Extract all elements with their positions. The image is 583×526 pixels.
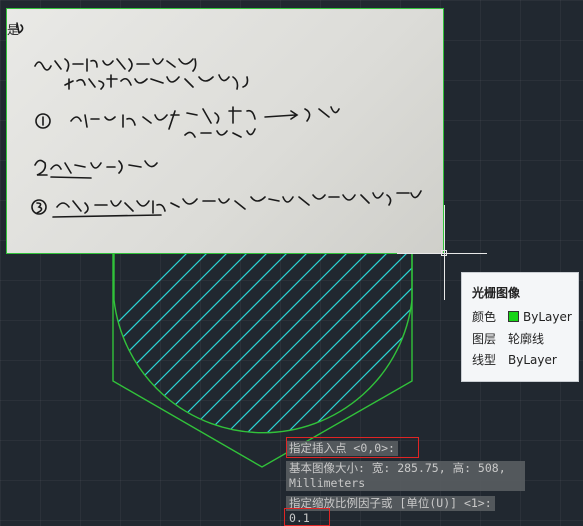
highlight-box-insertion — [286, 437, 419, 458]
tooltip-row-color: 颜色 ByLayer — [472, 309, 572, 325]
color-swatch — [508, 311, 519, 322]
tooltip-title: 光栅图像 — [472, 286, 521, 300]
command-info-line: 基本图像大小: 宽: 285.75, 高: 508, — [289, 461, 506, 475]
tooltip-key: 图层 — [472, 332, 497, 346]
tooltip-row-linetype: 线型 ByLayer — [472, 352, 557, 368]
tooltip-key: 线型 — [472, 353, 497, 367]
raster-image[interactable]: 是 — [6, 8, 444, 254]
handwriting-image: 是 — [7, 22, 422, 218]
highlight-box-input — [284, 508, 330, 526]
tooltip-row-layer: 图层 轮廓线 — [472, 331, 544, 347]
properties-tooltip: 光栅图像 颜色 ByLayer 图层 轮廓线 线型 ByLayer — [461, 272, 579, 382]
image-edge-text: 是 — [7, 23, 19, 37]
cursor-pickbox — [441, 250, 447, 256]
hexagon-outline[interactable] — [112, 254, 413, 468]
tooltip-key: 颜色 — [472, 310, 497, 324]
tooltip-value: ByLayer — [523, 310, 572, 324]
command-info-line: Millimeters — [289, 476, 366, 490]
hatch-fill[interactable] — [0, 240, 540, 480]
command-info-size: 基本图像大小: 宽: 285.75, 高: 508, Millimeters — [286, 461, 525, 491]
tooltip-value: ByLayer — [508, 353, 557, 367]
tooltip-value: 轮廓线 — [508, 332, 545, 346]
